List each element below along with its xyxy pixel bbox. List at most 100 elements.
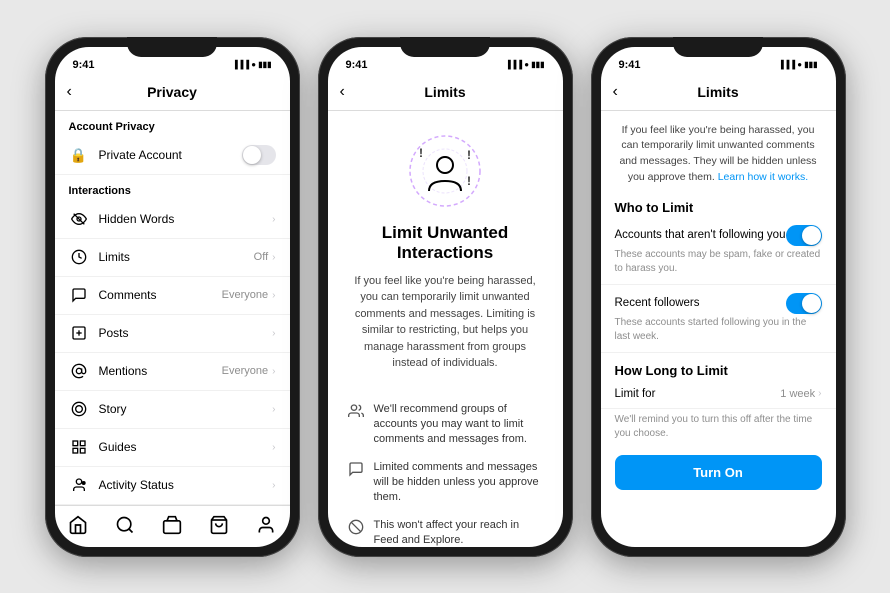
turn-on-button[interactable]: Turn On: [615, 455, 822, 490]
svg-text:!: !: [467, 148, 471, 162]
limit-for-row[interactable]: Limit for 1 week ›: [601, 380, 836, 409]
phone-1: 9:41 ▐▐▐ ● ▮▮▮ ‹ Privacy Account Privacy…: [45, 37, 300, 557]
chevron-icon-6: ›: [272, 404, 275, 415]
mentions-icon: [69, 361, 89, 381]
nav-title-1: Privacy: [147, 84, 197, 100]
screen-content-1: Account Privacy 🔒 Private Account Intera…: [55, 111, 290, 505]
accounts-not-following-item: Accounts that aren't following you These…: [601, 217, 836, 285]
back-button-2[interactable]: ‹: [340, 83, 360, 101]
tab-camera[interactable]: [154, 511, 190, 539]
nav-title-2: Limits: [424, 84, 465, 100]
remind-text: We'll remind you to turn this off after …: [601, 409, 836, 445]
guides-label: Guides: [99, 440, 273, 454]
hidden-words-item[interactable]: Hidden Words ›: [55, 201, 290, 239]
limits-feature-1: We'll recommend groups of accounts you m…: [328, 396, 563, 454]
comments-item[interactable]: Comments Everyone ›: [55, 277, 290, 315]
recent-followers-desc: These accounts started following you in …: [615, 316, 822, 344]
accounts-not-following-desc: These accounts may be spam, fake or crea…: [615, 248, 822, 276]
limits-feature-2: Limited comments and messages will be hi…: [328, 454, 563, 512]
toggle-knob-1: [802, 226, 821, 245]
mentions-item[interactable]: Mentions Everyone ›: [55, 353, 290, 391]
hidden-words-label: Hidden Words: [99, 212, 273, 226]
limits-icon: [69, 247, 89, 267]
status-icons-3: ▐▐▐ ● ▮▮▮: [778, 60, 818, 69]
how-long-title: How Long to Limit: [601, 353, 836, 380]
chevron-icon-3: ›: [272, 290, 275, 301]
status-time-1: 9:41: [73, 59, 95, 71]
who-to-limit-title: Who to Limit: [601, 194, 836, 217]
back-button-3[interactable]: ‹: [613, 83, 633, 101]
feature-1-text: We'll recommend groups of accounts you m…: [374, 402, 543, 448]
private-account-item[interactable]: 🔒 Private Account: [55, 137, 290, 175]
nav-title-3: Limits: [697, 84, 738, 100]
interactions-title: Interactions: [55, 175, 290, 201]
tab-bar-1: [55, 505, 290, 547]
recent-followers-toggle[interactable]: [786, 293, 822, 314]
limit-for-value: 1 week: [780, 388, 815, 400]
comments-value: Everyone: [222, 289, 268, 301]
toggle-knob: [243, 146, 261, 164]
recent-followers-row[interactable]: Recent followers: [615, 293, 822, 314]
chevron-icon: ›: [272, 214, 275, 225]
phone-notch-2: [400, 37, 490, 57]
limits-item[interactable]: Limits Off ›: [55, 239, 290, 277]
limit-for-chevron: ›: [818, 388, 821, 399]
limits-hero: ! ! ! Limit Unwanted Interactions If you…: [328, 111, 563, 396]
limits-hero-title: Limit Unwanted Interactions: [348, 223, 543, 263]
svg-text:!: !: [467, 174, 471, 188]
accounts-not-following-row[interactable]: Accounts that aren't following you: [615, 225, 822, 246]
limits-intro: If you feel like you're being harassed, …: [601, 111, 836, 194]
posts-icon: [69, 323, 89, 343]
recent-followers-label: Recent followers: [615, 297, 700, 309]
phone-notch-1: [127, 37, 217, 57]
accounts-not-following-toggle[interactable]: [786, 225, 822, 246]
chevron-icon-5: ›: [272, 366, 275, 377]
limits-feature-3: This won't affect your reach in Feed and…: [328, 512, 563, 547]
recent-followers-item: Recent followers These accounts started …: [601, 285, 836, 353]
nav-bar-1: ‹ Privacy: [55, 75, 290, 111]
chevron-icon-4: ›: [272, 328, 275, 339]
tab-home[interactable]: [60, 511, 96, 539]
guides-item[interactable]: Guides ›: [55, 429, 290, 467]
tab-shop[interactable]: [201, 511, 237, 539]
feature-hidden-icon: [348, 461, 364, 480]
accounts-not-following-label: Accounts that aren't following you: [615, 229, 786, 241]
limits-value: Off: [254, 251, 268, 263]
tab-search[interactable]: [107, 511, 143, 539]
tab-profile[interactable]: [248, 511, 284, 539]
mentions-value: Everyone: [222, 365, 268, 377]
screen-content-2: ! ! ! Limit Unwanted Interactions If you…: [328, 111, 563, 547]
status-time-2: 9:41: [346, 59, 368, 71]
phone-screen-1: 9:41 ▐▐▐ ● ▮▮▮ ‹ Privacy Account Privacy…: [55, 47, 290, 547]
guides-icon: [69, 437, 89, 457]
chevron-icon-2: ›: [272, 252, 275, 263]
chevron-icon-7: ›: [272, 442, 275, 453]
toggle-knob-2: [802, 294, 821, 313]
feature-group-icon: [348, 403, 364, 422]
account-privacy-title: Account Privacy: [55, 111, 290, 137]
phones-container: 9:41 ▐▐▐ ● ▮▮▮ ‹ Privacy Account Privacy…: [25, 17, 866, 577]
activity-status-icon: [69, 475, 89, 495]
hidden-words-icon: [69, 209, 89, 229]
private-account-label: Private Account: [99, 148, 242, 162]
lock-icon: 🔒: [69, 145, 89, 165]
activity-status-item[interactable]: Activity Status ›: [55, 467, 290, 505]
story-item[interactable]: Story ›: [55, 391, 290, 429]
activity-status-label: Activity Status: [99, 478, 273, 492]
private-account-toggle[interactable]: [242, 145, 276, 165]
phone-screen-3: 9:41 ▐▐▐ ● ▮▮▮ ‹ Limits If you feel like…: [601, 47, 836, 547]
nav-bar-3: ‹ Limits: [601, 75, 836, 111]
limits-label: Limits: [99, 250, 254, 264]
mentions-label: Mentions: [99, 364, 222, 378]
status-time-3: 9:41: [619, 59, 641, 71]
posts-item[interactable]: Posts ›: [55, 315, 290, 353]
comments-label: Comments: [99, 288, 222, 302]
nav-bar-2: ‹ Limits: [328, 75, 563, 111]
limits-hero-icon: ! ! !: [405, 131, 485, 211]
svg-text:!: !: [419, 146, 423, 160]
learn-link[interactable]: Learn how it works.: [718, 171, 808, 183]
status-icons-2: ▐▐▐ ● ▮▮▮: [505, 60, 545, 69]
status-icons-1: ▐▐▐ ● ▮▮▮: [232, 60, 272, 69]
comments-icon: [69, 285, 89, 305]
back-button-1[interactable]: ‹: [67, 83, 87, 101]
